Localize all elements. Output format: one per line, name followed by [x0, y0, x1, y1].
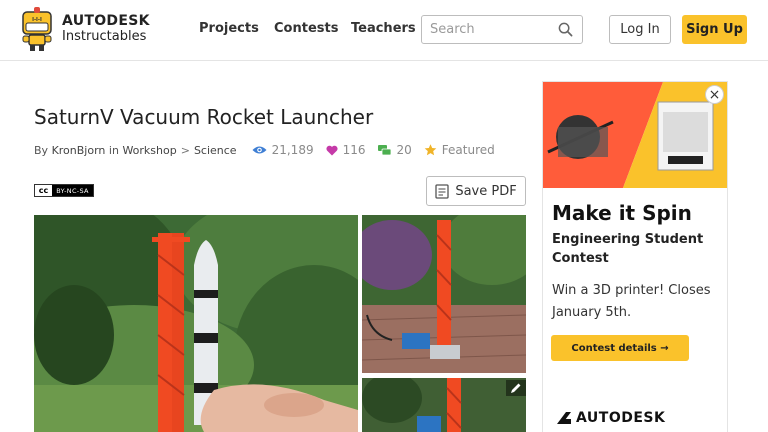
subcategory-link[interactable]: Science: [194, 144, 237, 157]
search-box: [421, 15, 583, 44]
site-logo[interactable]: I-I-I AUTODESK Instructables: [20, 7, 150, 51]
ad-headline: Make it Spin: [552, 201, 692, 225]
ad-close-icon[interactable]: ×: [705, 85, 724, 104]
comments-count: 20: [396, 143, 412, 157]
tower-closeup-image: [362, 378, 526, 432]
rocket-photo-image: [34, 215, 358, 432]
pencil-icon[interactable]: [506, 380, 526, 396]
main-photo[interactable]: [34, 215, 358, 432]
project-meta: By KronBjorn in Workshop > Science 21,18…: [34, 142, 495, 158]
comments-stat: 20: [377, 143, 412, 157]
contest-details-button[interactable]: Contest details →: [551, 335, 689, 361]
nav-contests[interactable]: Contests: [274, 21, 338, 36]
autodesk-wordmark: AUTODESK: [576, 410, 666, 426]
favorites-count: 116: [342, 143, 366, 157]
breadcrumb-separator: >: [180, 143, 190, 157]
brand-wordmark: AUTODESK Instructables: [62, 13, 150, 45]
brand-line-instructables: Instructables: [62, 29, 147, 44]
project-title: SaturnV Vacuum Rocket Launcher: [34, 105, 374, 129]
login-button[interactable]: Log In: [609, 15, 671, 44]
ad-body-text: Win a 3D printer! Closes January 5th.: [552, 283, 711, 320]
category-link[interactable]: Workshop: [122, 144, 176, 157]
side-photo-1[interactable]: [362, 215, 526, 373]
nav-teachers[interactable]: Teachers: [351, 21, 416, 36]
eye-icon: [252, 146, 267, 154]
autodesk-logo: AUTODESK: [557, 410, 665, 426]
document-icon: [435, 183, 449, 199]
comment-icon: [377, 144, 391, 155]
ad-printer-image: [543, 82, 727, 188]
star-icon: [424, 144, 437, 156]
site-header: I-I-I AUTODESK Instructables Projects Co…: [0, 0, 768, 61]
ad-subhead: Engineering Student Contest: [552, 232, 704, 266]
heart-icon: [326, 145, 338, 155]
featured-stat: Featured: [424, 143, 495, 157]
instructables-robot-icon: I-I-I: [22, 7, 52, 51]
license-badge[interactable]: cc BY-NC-SA: [34, 184, 94, 197]
signup-button[interactable]: Sign Up: [682, 15, 747, 44]
in-label: in: [108, 143, 119, 157]
save-pdf-button[interactable]: Save PDF: [426, 176, 526, 206]
favorites-stat: 116: [326, 143, 366, 157]
views-count: 21,189: [271, 143, 314, 157]
featured-label: Featured: [441, 143, 495, 157]
author-link[interactable]: KronBjorn: [52, 144, 106, 157]
svg-text:I-I-I: I-I-I: [32, 17, 42, 23]
side-photo-2[interactable]: [362, 378, 526, 432]
license-terms: BY-NC-SA: [52, 185, 93, 196]
save-pdf-label: Save PDF: [455, 183, 517, 199]
search-input[interactable]: [422, 16, 552, 43]
nav-projects[interactable]: Projects: [199, 21, 259, 36]
cc-logo: cc: [35, 185, 52, 196]
tower-on-pavement-image: [362, 215, 526, 373]
brand-line-autodesk: AUTODESK: [62, 13, 150, 29]
views-stat: 21,189: [252, 143, 314, 157]
by-label: By: [34, 143, 49, 157]
autodesk-mark-icon: [557, 412, 571, 424]
search-icon[interactable]: [558, 22, 573, 37]
